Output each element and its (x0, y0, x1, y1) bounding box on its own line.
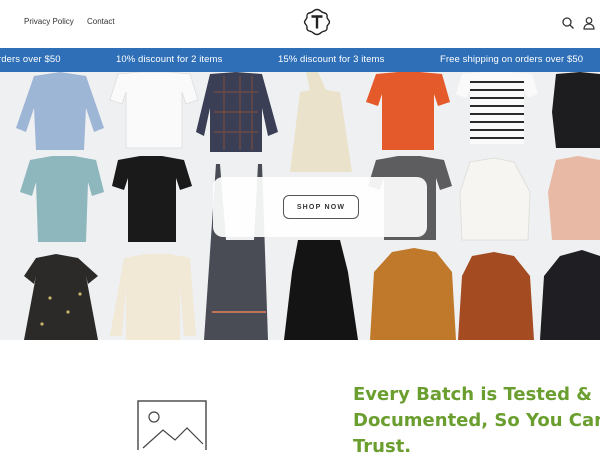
site-header: Privacy Policy Contact (0, 0, 600, 48)
feature-section: Every Batch is Tested & Documented, So Y… (0, 340, 600, 457)
pink-shirt (548, 156, 600, 240)
black-parka (540, 250, 600, 340)
image-placeholder-icon (137, 400, 207, 450)
shop-now-button[interactable]: SHOP NOW (283, 195, 359, 219)
floral-dress (290, 72, 352, 172)
hero-overlay-card: SHOP NOW (213, 177, 427, 237)
striped-top (456, 72, 538, 144)
rust-coat (458, 252, 534, 340)
light-blue-shirt (16, 72, 104, 150)
cream-sweater (110, 254, 196, 340)
feature-headline: Every Batch is Tested & Documented, So Y… (353, 382, 600, 460)
user-icon[interactable] (582, 16, 596, 30)
announcement-bar: rders over $50 10% discount for 2 items … (0, 48, 600, 72)
black-dress (284, 240, 358, 340)
headline-line: Documented, So You Can (353, 410, 600, 431)
floral-black-dress (24, 254, 98, 340)
white-blouse (459, 157, 531, 241)
search-icon[interactable] (561, 16, 575, 30)
black-tshirt (112, 156, 192, 242)
sage-shirt (20, 156, 104, 242)
logo-icon[interactable] (303, 8, 331, 36)
hero-banner: SHOP NOW (0, 72, 600, 340)
announcement-item: Free shipping on orders over $50 (440, 54, 584, 65)
tan-jacket (370, 248, 456, 340)
nav-contact[interactable]: Contact (87, 17, 115, 26)
white-tshirt (109, 72, 199, 149)
nav-privacy-policy[interactable]: Privacy Policy (24, 17, 74, 26)
headline-line: Trust. (353, 436, 412, 457)
headline-line: Every Batch is Tested & (353, 384, 592, 405)
black-shirt (552, 72, 600, 148)
plaid-shirt (196, 72, 278, 152)
announcement-item: 10% discount for 2 items (116, 54, 223, 65)
announcement-item: 15% discount for 3 items (278, 54, 385, 65)
announcement-item: rders over $50 (0, 54, 61, 65)
orange-tshirt (366, 72, 450, 150)
